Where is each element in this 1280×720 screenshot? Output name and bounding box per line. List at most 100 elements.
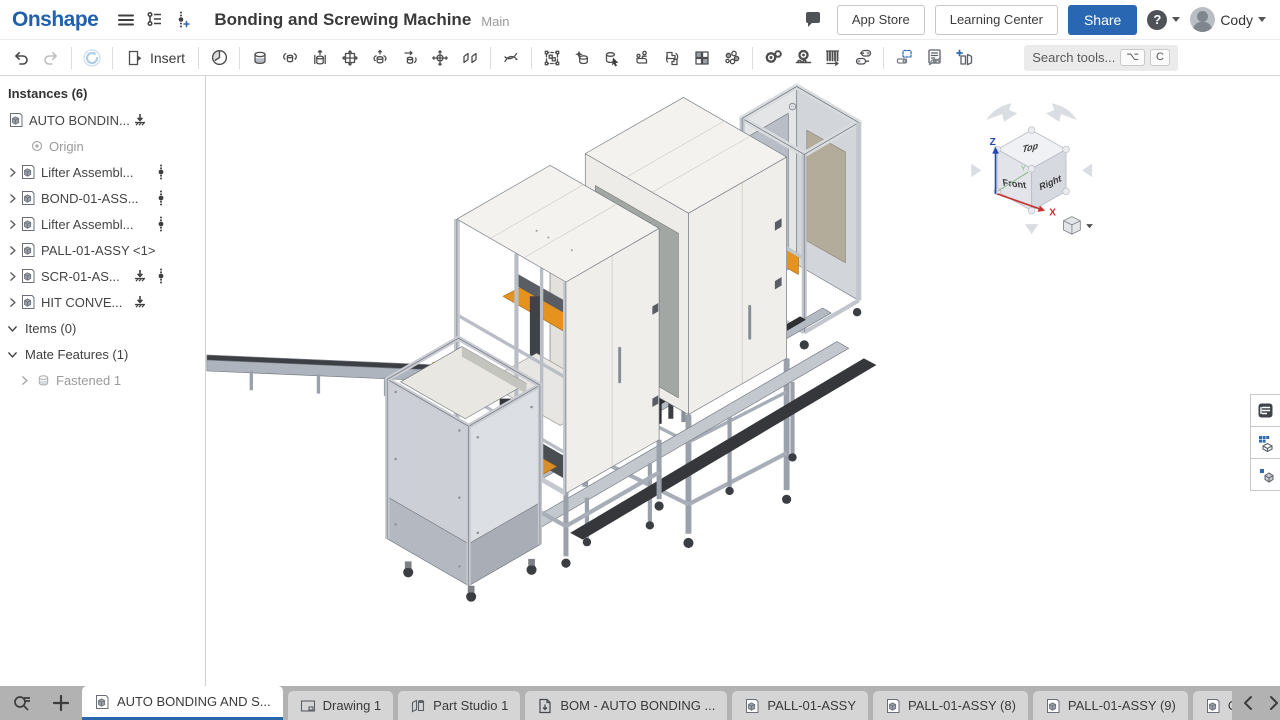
cylindrical-mate-icon[interactable] [365,44,395,72]
hamburger-menu-icon[interactable] [112,6,140,34]
search-tabs-icon[interactable] [12,693,32,713]
exploded-view-icon[interactable] [889,44,919,72]
drawing-tab-icon [300,698,316,714]
user-name: Cody [1220,12,1253,28]
undo-icon[interactable] [6,44,36,72]
display-states-panel-button[interactable] [1250,458,1280,491]
instance-row-root[interactable]: AUTO BONDIN... [0,107,205,133]
bom-table-panel-button[interactable] [1250,394,1280,427]
belt-relation-icon[interactable] [848,44,878,72]
rack-pinion-relation-icon[interactable] [788,44,818,72]
mate-connector-icon[interactable] [567,44,597,72]
view-cube[interactable]: Top Front Right Y Z X [971,103,1093,234]
help-menu[interactable]: ? [1147,10,1180,30]
user-caret-icon [1258,17,1266,22]
assembly-viewport[interactable]: Top Front Right Y Z X [206,76,1280,686]
user-avatar [1190,7,1215,32]
insert-button[interactable]: Insert [118,44,193,72]
tab-pall-01-assy[interactable]: PALL-01-ASSY [732,691,868,720]
toolbar-separator [112,47,113,69]
assembly-icon [20,216,36,232]
app-store-button[interactable]: App Store [837,5,925,35]
assembly-tab-icon [885,698,901,714]
named-views-icon[interactable] [949,44,979,72]
slider-mate-icon[interactable] [305,44,335,72]
tab-drawing-1[interactable]: Drawing 1 [288,691,394,720]
snap-mode-icon[interactable] [627,44,657,72]
view-mode-button[interactable] [1064,217,1093,235]
instance-row-lifter-1[interactable]: Lifter Assembl... [0,159,205,185]
toolbar-separator [490,47,491,69]
graphics-area[interactable]: Top Front Right Y Z X [206,76,1280,686]
replicate-icon[interactable] [657,44,687,72]
instance-row-lifter-2[interactable]: Lifter Assembl... [0,211,205,237]
expand-chevron-icon[interactable] [4,190,20,206]
ball-mate-icon[interactable] [425,44,455,72]
instance-row-origin[interactable]: Origin [0,133,205,159]
learning-center-button[interactable]: Learning Center [935,5,1058,35]
instance-row-hit[interactable]: HIT CONVE... [0,289,205,315]
follow-mode-icon[interactable] [168,6,196,34]
x-axis-label: X [1049,208,1056,219]
tab-bom-pdf[interactable]: BOM - AUTO BONDING ... [525,691,727,720]
items-section-header[interactable]: Items (0) [0,315,205,341]
mate-features-section-header[interactable]: Mate Features (1) [0,341,205,367]
toolbar-separator [71,47,72,69]
tab-pall-01-assy-9[interactable]: PALL-01-ASSY (9) [1033,691,1188,720]
instance-row-pall[interactable]: PALL-01-ASSY <1> [0,237,205,263]
named-positions-icon[interactable] [204,44,234,72]
scroll-tabs-left-button[interactable] [1242,695,1254,711]
expand-chevron-icon[interactable] [4,242,20,258]
expand-chevron-icon[interactable] [4,294,20,310]
circular-pattern-icon[interactable] [717,44,747,72]
expand-chevron-icon[interactable] [4,216,20,232]
assembly-toolbar: Insert [0,40,1280,76]
workspace-name: Main [481,14,509,29]
rotate-tool-icon[interactable] [77,44,107,72]
fastened-mate-icon[interactable] [245,44,275,72]
tangent-mate-icon[interactable] [496,44,526,72]
pin-slot-mate-icon[interactable] [395,44,425,72]
assembly-tab-icon [744,698,760,714]
manage-position-icon[interactable] [597,44,627,72]
assembly-tab-icon [94,694,110,710]
gear-relation-icon[interactable] [758,44,788,72]
z-axis-label: Z [990,137,996,148]
screw-relation-icon[interactable] [818,44,848,72]
versions-history-icon[interactable] [140,6,168,34]
part-studio-tab-icon [410,698,426,714]
y-axis-label: Y [1021,163,1026,172]
add-tab-button[interactable] [52,694,70,712]
assembly-icon [20,268,36,284]
configurations-panel-button[interactable] [1250,426,1280,459]
mate-feature-row-fastened[interactable]: Fastened 1 [0,367,205,393]
search-tools-placeholder: Search tools... [1032,50,1115,65]
group-icon[interactable] [537,44,567,72]
expand-chevron-icon[interactable] [16,372,32,388]
expand-chevron-icon[interactable] [4,268,20,284]
expand-chevron-icon[interactable] [4,164,20,180]
bom-icon[interactable] [919,44,949,72]
tab-part-studio-1[interactable]: Part Studio 1 [398,691,520,720]
onshape-logo[interactable]: Onshape [12,8,98,32]
redo-icon[interactable] [36,44,66,72]
scroll-tabs-right-button[interactable] [1268,695,1280,711]
share-button[interactable]: Share [1068,5,1137,35]
collapse-chevron-icon [4,346,20,362]
app-header: Onshape Bonding and Screwing Machine Mai… [0,0,1280,40]
tab-auto-bonding-assembly[interactable]: AUTO BONDING AND S... [82,686,283,720]
parallel-mate-icon[interactable] [455,44,485,72]
comments-icon[interactable] [799,6,827,34]
search-tools-input[interactable]: Search tools... ⌥ C [1024,45,1178,71]
revolute-mate-icon[interactable] [275,44,305,72]
tab-om-b[interactable]: OM-B [1193,691,1232,720]
instance-row-bond[interactable]: BOND-01-ASS... [0,185,205,211]
collapse-chevron-icon [4,320,20,336]
planar-mate-icon[interactable] [335,44,365,72]
instance-row-scr[interactable]: SCR-01-AS... [0,263,205,289]
assembly-icon [8,112,24,128]
linear-pattern-icon[interactable] [687,44,717,72]
user-menu[interactable]: Cody [1190,7,1266,32]
instances-header: Instances (6) [0,76,205,107]
tab-pall-01-assy-8[interactable]: PALL-01-ASSY (8) [873,691,1028,720]
